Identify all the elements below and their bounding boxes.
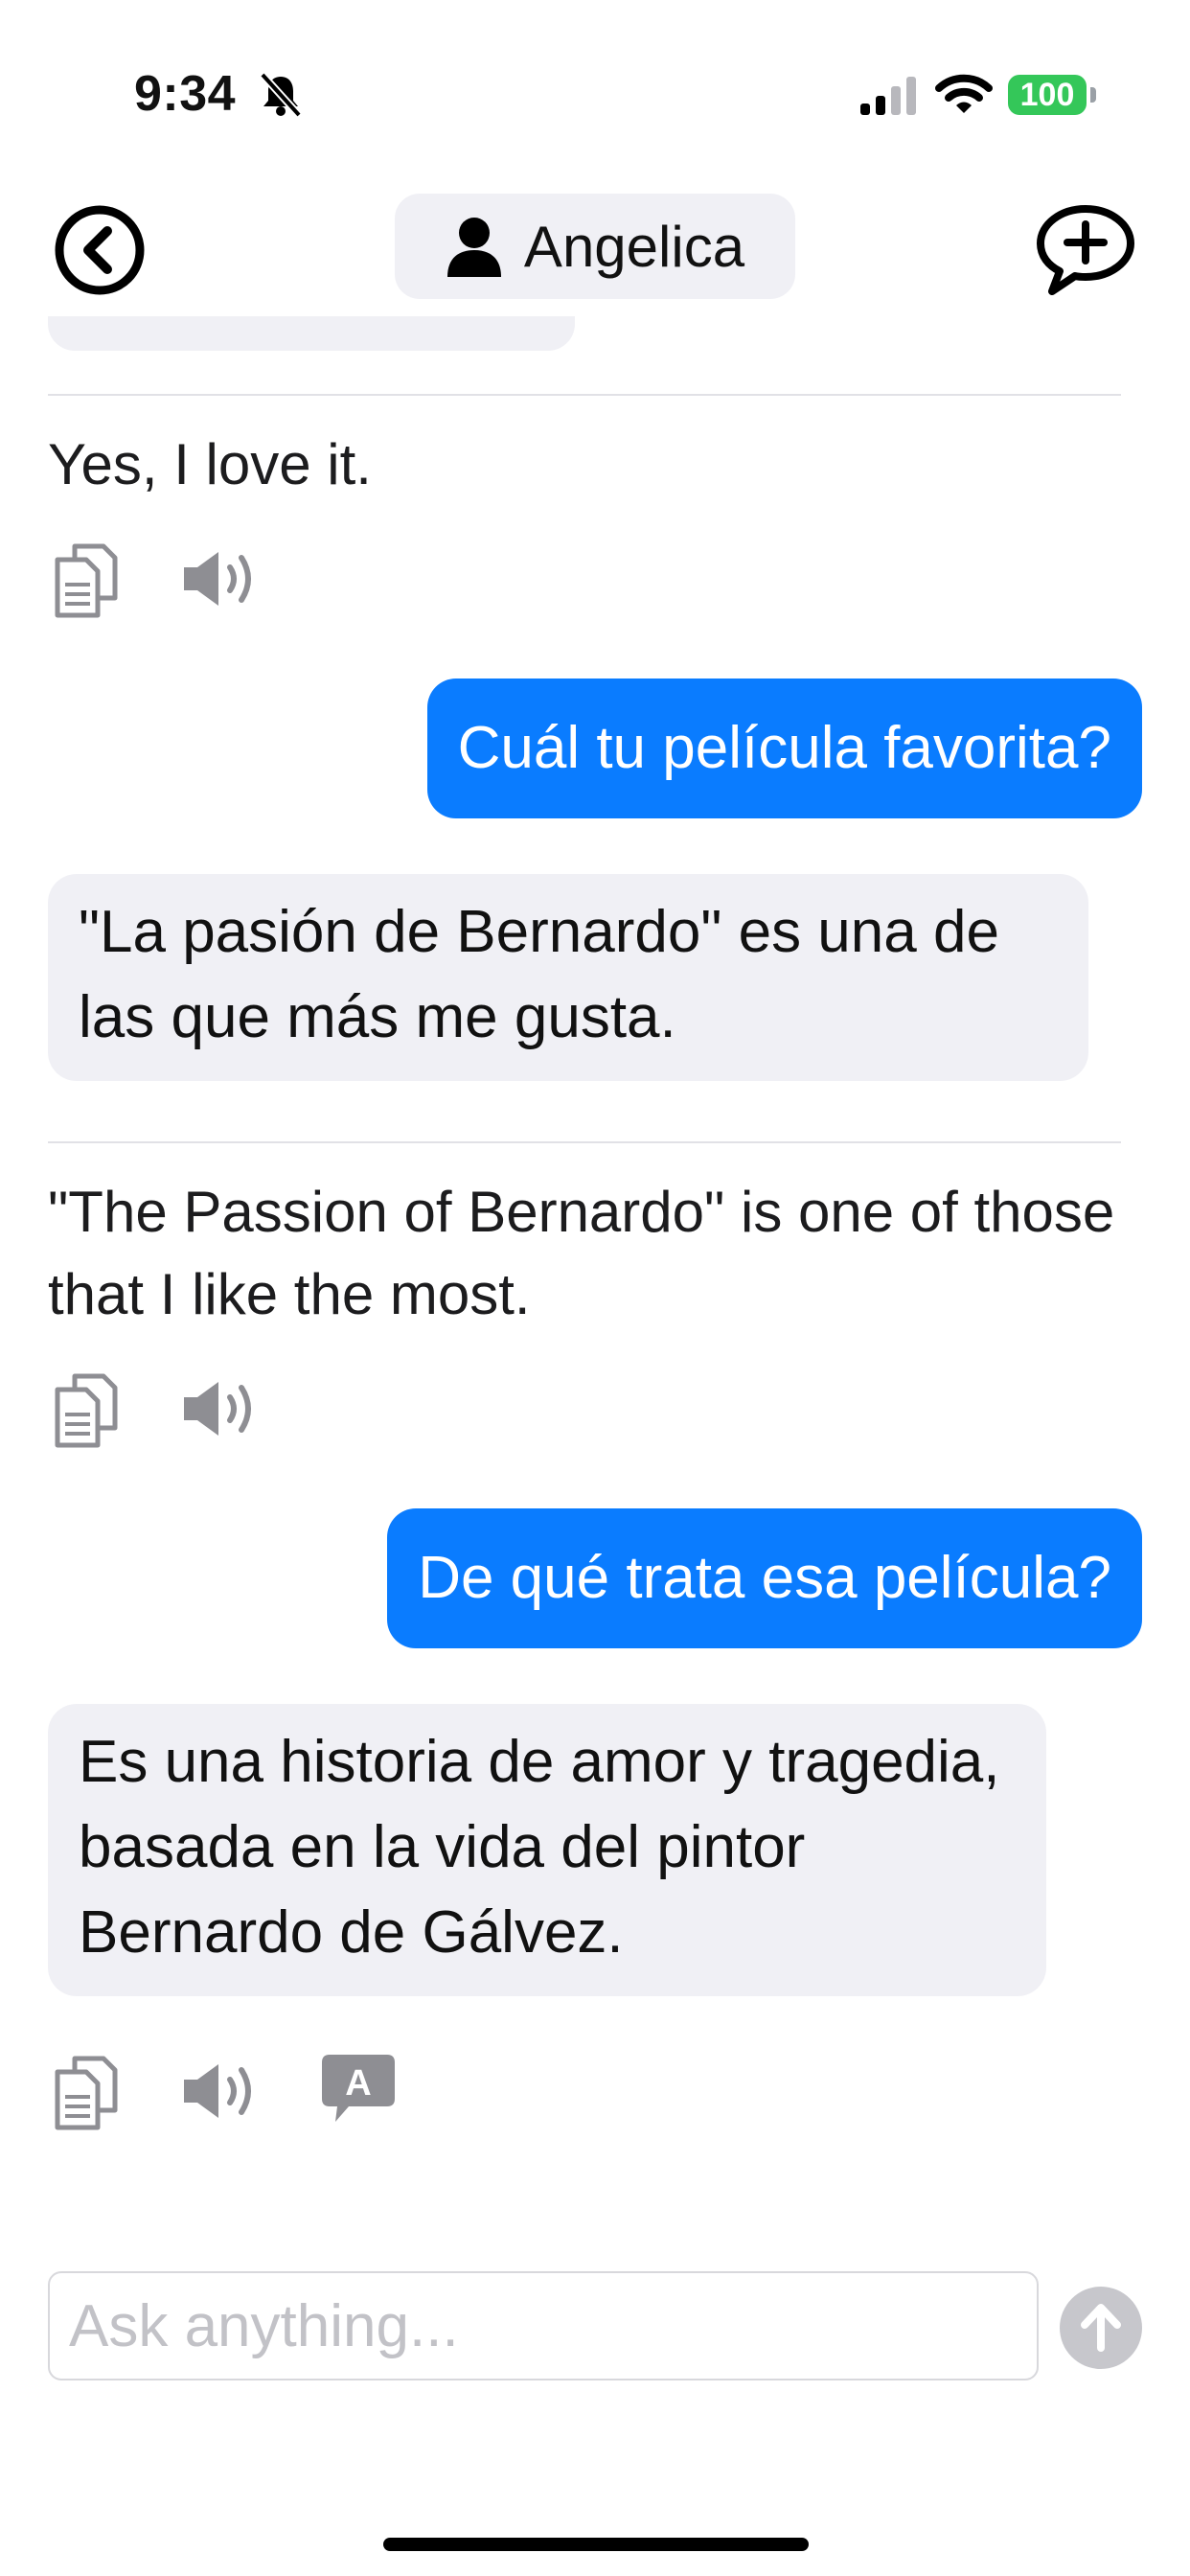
message-input-container [48,2271,1039,2380]
home-indicator [383,2538,809,2551]
assistant-message-bubble: Es una historia de amor y tragedia, basa… [48,1704,1046,1996]
copy-icon[interactable] [52,1368,121,1454]
assistant-message-bubble: "La pasión de Bernardo" es una de las qu… [48,874,1088,1081]
copy-icon[interactable] [52,2051,121,2136]
translation-text: "The Passion of Bernardo" is one of thos… [48,1180,1115,1326]
message-input[interactable] [50,2273,1037,2379]
translate-badge-label: A [345,2063,371,2104]
contact-button[interactable]: Angelica [395,194,795,299]
back-circle-icon [55,205,145,295]
speaker-icon[interactable] [180,2060,263,2127]
divider [48,394,1121,396]
translation-text: Yes, I love it. [48,432,372,496]
cellular-signal-icon [858,77,920,120]
battery-tip [1090,87,1096,103]
battery-icon: 100 [1008,75,1087,115]
previous-message-bubble [48,316,575,351]
send-button[interactable] [1060,2287,1142,2369]
divider [48,1141,1121,1143]
new-chat-bubble-plus-icon [1037,205,1134,295]
back-button[interactable] [54,204,146,296]
status-bar: 9:34 100 [0,0,1190,182]
wifi-icon [935,73,993,120]
new-chat-button[interactable] [1035,203,1136,297]
contact-name: Angelica [523,214,745,279]
user-message-bubble: Cuál tu película favorita? [426,678,1142,818]
person-icon [446,218,501,277]
translate-icon[interactable]: A [320,2053,397,2130]
bell-slash-icon [257,71,305,124]
speaker-icon[interactable] [180,548,263,614]
user-message-bubble: De qué trata esa película? [387,1508,1142,1648]
copy-icon[interactable] [52,539,121,624]
status-time: 9:34 [134,66,237,122]
arrow-up-icon [1081,2304,1121,2352]
speaker-icon[interactable] [180,1378,263,1444]
